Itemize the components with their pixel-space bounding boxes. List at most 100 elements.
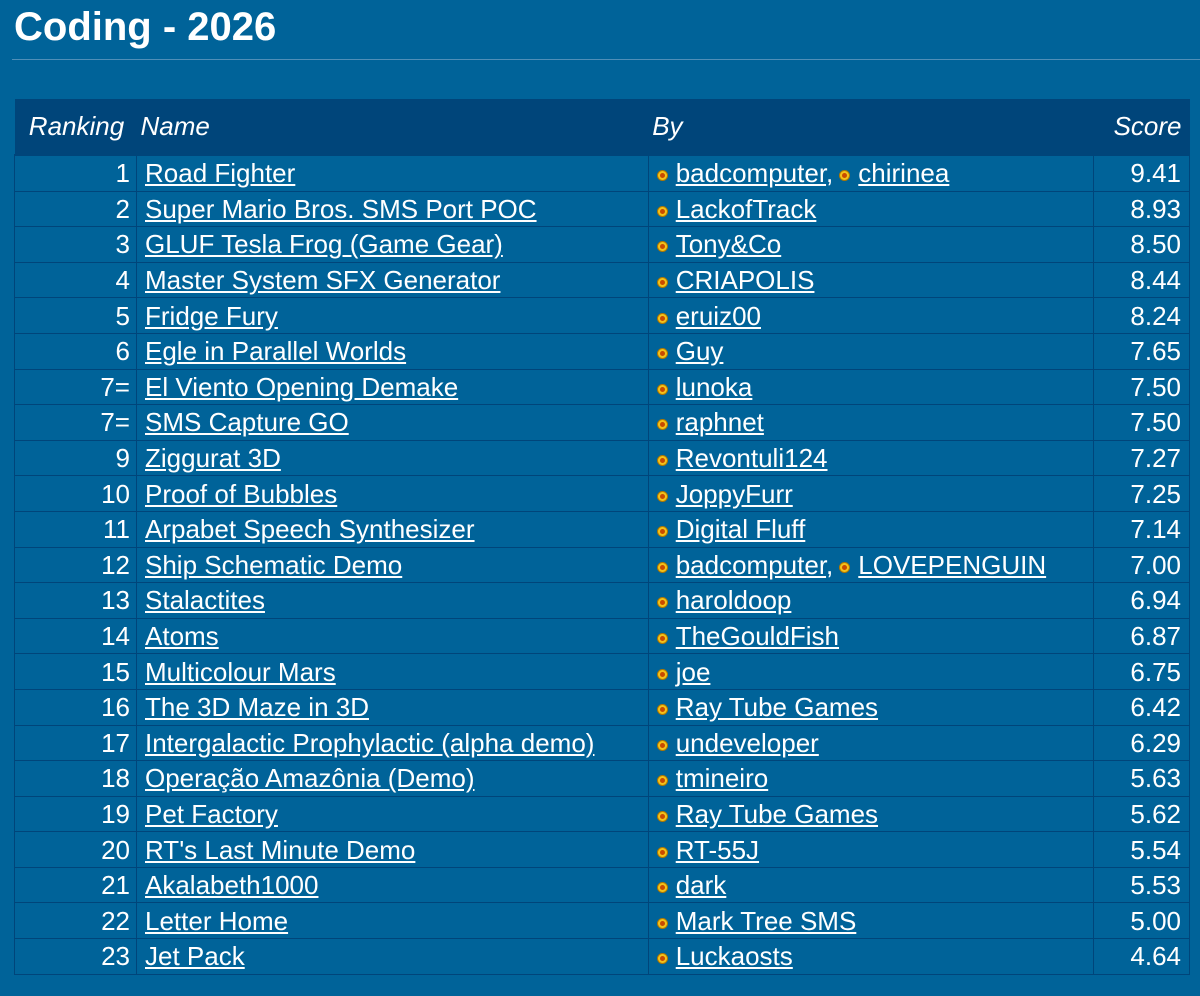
entry-link[interactable]: El Viento Opening Demake bbox=[145, 372, 458, 402]
table-row: 2 Super Mario Bros. SMS Port POC LackofTra… bbox=[14, 190, 1190, 228]
rank-cell: 12 bbox=[14, 546, 137, 584]
by-cell: raphnet bbox=[647, 404, 1095, 441]
author-link[interactable]: undeveloper bbox=[676, 728, 819, 758]
author-link[interactable]: tmineiro bbox=[676, 763, 768, 793]
entry-link[interactable]: SMS Capture GO bbox=[145, 407, 349, 437]
author-link[interactable]: Luckaosts bbox=[676, 941, 793, 971]
rank-cell: 21 bbox=[14, 866, 137, 904]
entry-link[interactable]: Road Fighter bbox=[145, 158, 295, 188]
user-icon bbox=[656, 953, 668, 965]
score-cell: 7.14 bbox=[1093, 510, 1190, 548]
entry-link[interactable]: Operação Amazônia (Demo) bbox=[145, 763, 474, 793]
entry-link[interactable]: RT's Last Minute Demo bbox=[145, 835, 415, 865]
author-link[interactable]: badcomputer bbox=[676, 158, 826, 188]
rank-cell: 17 bbox=[14, 724, 137, 762]
author-link[interactable]: CRIAPOLIS bbox=[676, 265, 815, 295]
table-row: 11 Arpabet Speech Synthesizer Digital Fluf… bbox=[14, 510, 1190, 548]
author-link[interactable]: badcomputer bbox=[676, 550, 826, 580]
rank-cell: 20 bbox=[14, 831, 137, 868]
user-icon bbox=[656, 455, 668, 467]
entry-link[interactable]: Arpabet Speech Synthesizer bbox=[145, 514, 475, 544]
page-title: Coding - 2026 bbox=[14, 5, 277, 49]
author-link[interactable]: dark bbox=[676, 870, 727, 900]
header-by: By bbox=[648, 99, 1094, 156]
name-cell: Multicolour Mars bbox=[136, 653, 649, 690]
author-link[interactable]: chirinea bbox=[858, 158, 949, 188]
results-table: Ranking Name By Score 1 Road Fighter badco… bbox=[14, 99, 1190, 975]
user-icon bbox=[656, 419, 668, 431]
entry-link[interactable]: Multicolour Mars bbox=[145, 657, 336, 687]
page: Coding - 2026 Ranking Name By Score 1 Roa… bbox=[0, 0, 1200, 996]
score-cell: 8.24 bbox=[1093, 297, 1190, 334]
name-cell: Egle in Parallel Worlds bbox=[136, 332, 649, 370]
entry-link[interactable]: Letter Home bbox=[145, 906, 288, 936]
table-row: 1 Road Fighter badcomputer, chirinea 9.41 bbox=[14, 154, 1190, 192]
author-link[interactable]: eruiz00 bbox=[676, 301, 761, 331]
author-link[interactable]: haroldoop bbox=[676, 585, 792, 615]
score-cell: 5.62 bbox=[1093, 795, 1190, 833]
by-cell: Guy bbox=[647, 332, 1095, 370]
score-cell: 7.25 bbox=[1093, 475, 1190, 512]
entry-link[interactable]: Jet Pack bbox=[145, 941, 245, 971]
table-row: 14 Atoms TheGouldFish 6.87 bbox=[14, 617, 1190, 655]
entry-link[interactable]: Ship Schematic Demo bbox=[145, 550, 402, 580]
entry-link[interactable]: Stalactites bbox=[145, 585, 265, 615]
entry-link[interactable]: Fridge Fury bbox=[145, 301, 278, 331]
table-row: 10 Proof of Bubbles JoppyFurr 7.25 bbox=[14, 475, 1190, 512]
by-cell: haroldoop bbox=[647, 582, 1095, 619]
rank-cell: 11 bbox=[14, 510, 137, 548]
score-cell: 8.44 bbox=[1093, 261, 1190, 299]
author-link[interactable]: JoppyFurr bbox=[676, 479, 793, 509]
author-link[interactable]: LackofTrack bbox=[676, 194, 817, 224]
table-row: 5 Fridge Fury eruiz00 8.24 bbox=[14, 297, 1190, 334]
entry-link[interactable]: The 3D Maze in 3D bbox=[145, 692, 369, 722]
name-cell: Operação Amazônia (Demo) bbox=[136, 760, 649, 797]
entry-link[interactable]: Atoms bbox=[145, 621, 219, 651]
author-link[interactable]: lunoka bbox=[676, 372, 753, 402]
author-link[interactable]: Revontuli124 bbox=[676, 443, 828, 473]
table-header-row: Ranking Name By Score bbox=[14, 99, 1190, 156]
entry-link[interactable]: GLUF Tesla Frog (Game Gear) bbox=[145, 229, 503, 259]
entry-link[interactable]: Super Mario Bros. SMS Port POC bbox=[145, 194, 537, 224]
entry-link[interactable]: Proof of Bubbles bbox=[145, 479, 337, 509]
user-icon bbox=[656, 561, 668, 573]
author-link[interactable]: Tony&Co bbox=[676, 229, 782, 259]
user-icon bbox=[656, 205, 668, 217]
rank-cell: 3 bbox=[14, 226, 137, 263]
score-cell: 8.50 bbox=[1093, 226, 1190, 263]
author-link[interactable]: RT-55J bbox=[676, 835, 759, 865]
by-cell: JoppyFurr bbox=[647, 475, 1095, 512]
score-cell: 6.29 bbox=[1093, 724, 1190, 762]
author-link[interactable]: Mark Tree SMS bbox=[676, 906, 857, 936]
author-link[interactable]: raphnet bbox=[676, 407, 764, 437]
entry-link[interactable]: Master System SFX Generator bbox=[145, 265, 500, 295]
by-cell: Mark Tree SMS bbox=[647, 902, 1095, 940]
entry-link[interactable]: Ziggurat 3D bbox=[145, 443, 281, 473]
score-cell: 7.27 bbox=[1093, 439, 1190, 477]
entry-link[interactable]: Egle in Parallel Worlds bbox=[145, 336, 406, 366]
author-link[interactable]: LOVEPENGUIN bbox=[858, 550, 1046, 580]
score-cell: 6.87 bbox=[1093, 617, 1190, 655]
author-link[interactable]: Digital Fluff bbox=[676, 514, 806, 544]
user-icon bbox=[656, 312, 668, 324]
by-cell: joe bbox=[647, 653, 1095, 690]
author-link[interactable]: joe bbox=[676, 657, 711, 687]
author-link[interactable]: TheGouldFish bbox=[676, 621, 839, 651]
author-link[interactable]: Guy bbox=[676, 336, 724, 366]
name-cell: Ship Schematic Demo bbox=[136, 546, 649, 584]
user-icon bbox=[656, 775, 668, 787]
score-cell: 5.63 bbox=[1093, 760, 1190, 797]
table-row: 9 Ziggurat 3D Revontuli124 7.27 bbox=[14, 439, 1190, 477]
score-cell: 7.00 bbox=[1093, 546, 1190, 584]
by-cell: Digital Fluff bbox=[647, 510, 1095, 548]
by-cell: Ray Tube Games bbox=[647, 688, 1095, 726]
header-ranking: Ranking bbox=[14, 99, 137, 156]
entry-link[interactable]: Akalabeth1000 bbox=[145, 870, 318, 900]
entry-link[interactable]: Pet Factory bbox=[145, 799, 278, 829]
by-cell: eruiz00 bbox=[647, 297, 1095, 334]
entry-link[interactable]: Intergalactic Prophylactic (alpha demo) bbox=[145, 728, 594, 758]
author-separator: , bbox=[826, 549, 834, 580]
author-link[interactable]: Ray Tube Games bbox=[676, 799, 878, 829]
table-row: 15 Multicolour Mars joe 6.75 bbox=[14, 653, 1190, 690]
author-link[interactable]: Ray Tube Games bbox=[676, 692, 878, 722]
